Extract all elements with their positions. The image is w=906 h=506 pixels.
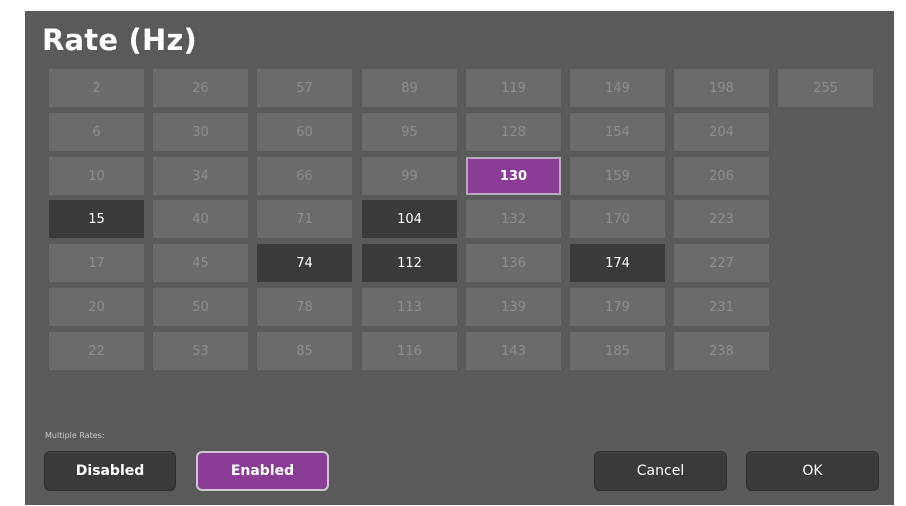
rate-button[interactable]: 66 [257,157,352,195]
rate-button[interactable]: 139 [466,288,561,326]
rate-button[interactable]: 10 [49,157,144,195]
multiple-rates-label: Multiple Rates: [45,431,105,440]
cancel-button[interactable]: Cancel [594,451,727,491]
rate-button[interactable]: 143 [466,332,561,370]
rate-button[interactable]: 149 [570,69,665,107]
rate-grid: 2 6 10 15 17 20 22 26 30 34 40 45 50 53 57 60 66 71 74 78 85… [49,69,879,389]
rate-button[interactable]: 206 [674,157,769,195]
rate-button[interactable]: 132 [466,200,561,238]
rate-button[interactable]: 34 [153,157,248,195]
rate-button[interactable]: 74 [257,244,352,282]
dialog-title: Rate (Hz) [42,23,197,57]
rate-button[interactable]: 154 [570,113,665,151]
rate-button[interactable]: 136 [466,244,561,282]
enabled-button[interactable]: Enabled [196,451,329,491]
rate-button[interactable]: 57 [257,69,352,107]
rate-button[interactable]: 6 [49,113,144,151]
rate-button[interactable]: 112 [362,244,457,282]
rate-dialog: Rate (Hz) 2 6 10 15 17 20 22 26 30 34 40 45 50 53 57 60… [25,11,894,505]
rate-button[interactable]: 99 [362,157,457,195]
rate-button[interactable]: 26 [153,69,248,107]
ok-button[interactable]: OK [746,451,879,491]
rate-button-selected[interactable]: 130 [466,157,561,195]
rate-button[interactable]: 223 [674,200,769,238]
rate-button[interactable]: 17 [49,244,144,282]
rate-button[interactable]: 198 [674,69,769,107]
rate-button[interactable]: 227 [674,244,769,282]
rate-button[interactable]: 89 [362,69,457,107]
rate-button[interactable]: 238 [674,332,769,370]
rate-button[interactable]: 40 [153,200,248,238]
disabled-button[interactable]: Disabled [44,451,176,491]
rate-button[interactable]: 116 [362,332,457,370]
rate-button[interactable]: 30 [153,113,248,151]
rate-button[interactable]: 2 [49,69,144,107]
rate-button[interactable]: 15 [49,200,144,238]
rate-button[interactable]: 113 [362,288,457,326]
rate-button[interactable]: 119 [466,69,561,107]
rate-button[interactable]: 78 [257,288,352,326]
rate-button[interactable]: 53 [153,332,248,370]
rate-button[interactable]: 20 [49,288,144,326]
rate-button[interactable]: 128 [466,113,561,151]
rate-button[interactable]: 255 [778,69,873,107]
rate-button[interactable]: 170 [570,200,665,238]
rate-button[interactable]: 71 [257,200,352,238]
rate-button[interactable]: 60 [257,113,352,151]
rate-button[interactable]: 174 [570,244,665,282]
rate-button[interactable]: 159 [570,157,665,195]
rate-button[interactable]: 22 [49,332,144,370]
rate-button[interactable]: 85 [257,332,352,370]
rate-button[interactable]: 204 [674,113,769,151]
rate-button[interactable]: 104 [362,200,457,238]
rate-button[interactable]: 231 [674,288,769,326]
rate-button[interactable]: 185 [570,332,665,370]
rate-button[interactable]: 95 [362,113,457,151]
rate-button[interactable]: 45 [153,244,248,282]
rate-button[interactable]: 179 [570,288,665,326]
rate-button[interactable]: 50 [153,288,248,326]
